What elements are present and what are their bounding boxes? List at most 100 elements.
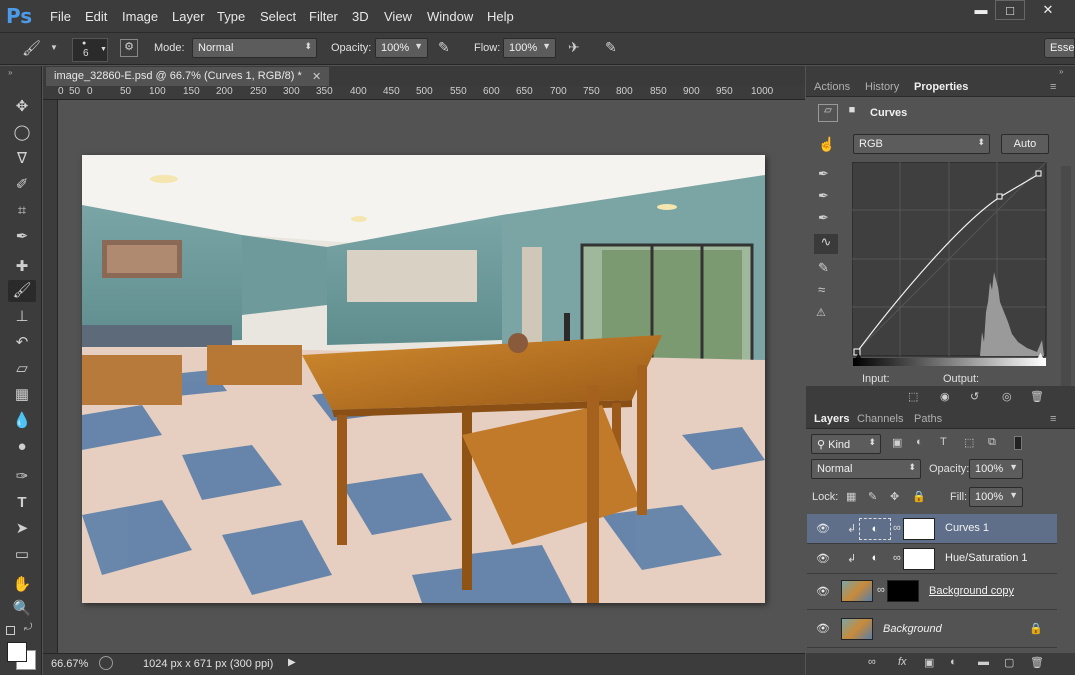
zoom-level[interactable]: 66.67% (51, 658, 88, 670)
new-adjustment-icon[interactable]: ◐ (950, 656, 957, 668)
auto-button[interactable]: Auto (1001, 134, 1049, 154)
quick-selection-tool-icon[interactable]: ✐ (8, 174, 36, 196)
dodge-tool-icon[interactable]: ● (8, 436, 36, 458)
menu-help[interactable]: Help (487, 9, 514, 24)
lock-pixels-icon[interactable]: ✎ (868, 490, 877, 503)
curves-graph[interactable] (852, 162, 1047, 362)
black-slider-icon[interactable]: ▲ (854, 350, 863, 360)
shape-tool-icon[interactable]: ▭ (8, 544, 36, 566)
status-menu-icon[interactable] (99, 656, 113, 670)
pencil-icon[interactable]: ✎ (818, 260, 829, 276)
pressure-opacity-icon[interactable]: ✎ (438, 39, 450, 56)
brush-preset-picker[interactable]: ● 6 ▼ (72, 38, 108, 62)
maximize-button[interactable]: □ (995, 0, 1025, 20)
tab-paths[interactable]: Paths (914, 413, 942, 425)
targeted-adjustment-icon[interactable]: ☝ (818, 136, 835, 153)
eye-icon[interactable]: 👁 (816, 585, 830, 598)
smooth-icon[interactable]: ≈ (818, 282, 825, 297)
eraser-tool-icon[interactable]: ▱ (8, 358, 36, 380)
panel-menu-icon[interactable]: ≡ (1050, 81, 1056, 93)
layer-row[interactable]: 👁 ∞ Background copy (807, 574, 1057, 610)
menu-filter[interactable]: Filter (309, 9, 338, 24)
lasso-tool-icon[interactable]: ᐁ (8, 148, 36, 170)
minimize-button[interactable]: ▬ (966, 0, 996, 20)
fill-field[interactable]: 100% ▼ (969, 487, 1023, 507)
clone-stamp-tool-icon[interactable]: ⊥ (8, 306, 36, 328)
layer-mask-thumbnail[interactable] (887, 580, 919, 602)
eye-icon[interactable]: 👁 (816, 622, 830, 635)
blend-mode-dropdown[interactable]: Normal ⬍ (811, 459, 921, 479)
foreground-color-swatch[interactable] (7, 642, 27, 662)
add-mask-icon[interactable]: ▣ (924, 656, 934, 669)
new-layer-icon[interactable]: ▢ (1004, 656, 1014, 669)
curve-point-icon[interactable]: ∿ (814, 234, 838, 254)
flow-field[interactable]: 100% ▼ (503, 38, 556, 58)
menu-file[interactable]: File (50, 9, 71, 24)
layer-mask-thumbnail[interactable] (903, 548, 935, 570)
layer-thumbnail[interactable] (841, 580, 873, 602)
layer-row[interactable]: 👁 ↲ ◐ ∞ Hue/Saturation 1 (807, 544, 1057, 574)
airbrush-icon[interactable]: ✈ (568, 39, 580, 56)
pressure-size-icon[interactable]: ✎ (605, 39, 617, 56)
visibility-icon[interactable]: ◎ (1002, 390, 1012, 403)
brush-tool-icon[interactable]: 🖌 (22, 39, 41, 57)
menu-view[interactable]: View (384, 9, 412, 24)
filter-toggle[interactable] (1014, 436, 1022, 450)
tab-actions[interactable]: Actions (814, 81, 850, 93)
layer-row[interactable]: 👁 ↲ ◐ ∞ Curves 1 (807, 514, 1057, 544)
white-slider-icon[interactable]: ▲ (1036, 350, 1045, 360)
blur-tool-icon[interactable]: 💧 (8, 410, 36, 432)
layer-mask-thumbnail[interactable] (903, 518, 935, 540)
zoom-tool-icon[interactable]: 🔍 (8, 598, 36, 620)
reset-icon[interactable]: ↺ (970, 390, 979, 403)
workspace-switcher[interactable]: Esse (1044, 38, 1075, 58)
menu-window[interactable]: Window (427, 9, 473, 24)
healing-brush-tool-icon[interactable]: ✚ (8, 256, 36, 278)
filter-shape-icon[interactable]: ⬚ (964, 436, 974, 449)
eyedropper-tool-icon[interactable]: ✒ (8, 226, 36, 248)
swap-colors-icon[interactable]: ⤾ (24, 622, 32, 633)
play-icon[interactable]: ▶ (288, 657, 296, 668)
channel-dropdown[interactable]: RGB ⬍ (853, 134, 990, 154)
tab-history[interactable]: History (865, 81, 899, 93)
link-layers-icon[interactable]: ∞ (868, 656, 876, 668)
properties-scrollbar[interactable] (1061, 166, 1071, 406)
filter-kind-dropdown[interactable]: ⚲ Kind ⬍ (811, 434, 881, 454)
gradient-tool-icon[interactable]: ▦ (8, 384, 36, 406)
menu-3d[interactable]: 3D (352, 9, 369, 24)
lock-all-icon[interactable]: 🔒 (912, 490, 926, 503)
trash-icon[interactable]: 🗑 (1030, 390, 1044, 403)
layer-thumbnail[interactable] (841, 618, 873, 640)
close-button[interactable]: ✕ (1028, 0, 1068, 20)
fx-icon[interactable]: fx (898, 656, 907, 668)
layer-opacity-field[interactable]: 100% ▼ (969, 459, 1023, 479)
menu-image[interactable]: Image (122, 9, 158, 24)
brush-tool-icon[interactable]: 🖌 (8, 280, 36, 302)
filter-smart-object-icon[interactable]: ⧉ (988, 436, 996, 449)
path-selection-tool-icon[interactable]: ➤ (8, 518, 36, 540)
move-tool-icon[interactable]: ✥ (8, 96, 36, 118)
white-point-eyedropper-icon[interactable]: ✒ (818, 210, 829, 226)
menu-type[interactable]: Type (217, 9, 245, 24)
clipping-warning-icon[interactable]: ⚠ (816, 306, 826, 319)
trash-icon[interactable]: 🗑 (1030, 656, 1044, 669)
pen-tool-icon[interactable]: ✑ (8, 466, 36, 488)
hand-tool-icon[interactable]: ✋ (8, 574, 36, 596)
type-tool-icon[interactable]: T (8, 492, 36, 514)
brush-panel-icon[interactable]: ⚙ (120, 39, 138, 57)
mode-dropdown[interactable]: Normal ⬍ (192, 38, 317, 58)
tab-properties[interactable]: Properties (914, 81, 968, 93)
default-colors-icon[interactable] (6, 626, 15, 635)
marquee-tool-icon[interactable]: ◯ (8, 122, 36, 144)
clip-to-layer-icon[interactable]: ⬚ (908, 390, 918, 403)
gray-point-eyedropper-icon[interactable]: ✒ (818, 188, 829, 204)
history-brush-tool-icon[interactable]: ↶ (8, 332, 36, 354)
filter-adjustment-icon[interactable]: ◐ (916, 436, 923, 448)
eye-icon[interactable]: 👁 (816, 522, 830, 535)
view-previous-icon[interactable]: ◉ (940, 390, 950, 403)
new-group-icon[interactable]: ▬ (978, 656, 989, 668)
menu-layer[interactable]: Layer (172, 9, 205, 24)
opacity-field[interactable]: 100% ▼ (375, 38, 428, 58)
document-tab[interactable]: image_32860-E.psd @ 66.7% (Curves 1, RGB… (46, 67, 329, 86)
collapse-panels-icon[interactable]: » (1059, 67, 1063, 76)
